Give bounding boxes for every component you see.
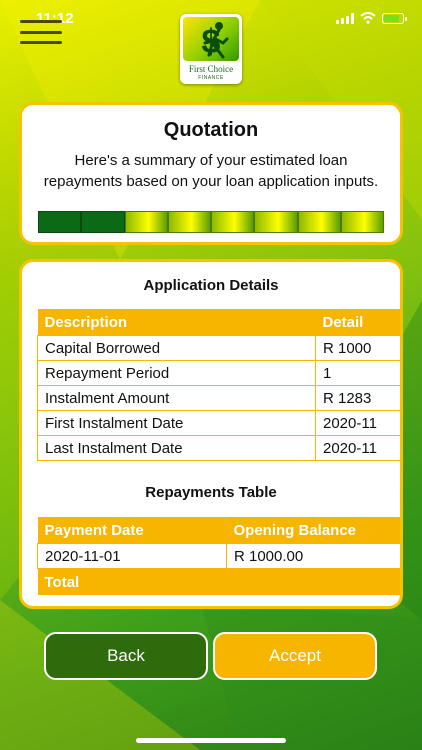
row-label: Last Instalment Date [37, 435, 316, 461]
row-label: Instalment Amount [37, 385, 316, 411]
row-label: First Instalment Date [37, 410, 316, 436]
repayments-table-title: Repayments Table [145, 484, 277, 501]
row-value: 2020-11 [315, 410, 400, 436]
row-value: R 1283 [315, 385, 400, 411]
total-value [226, 568, 400, 595]
quotation-summary: Here's a summary of your estimated loan … [43, 152, 379, 190]
column-header: Opening Balance [226, 517, 400, 544]
row-value: 1 [315, 360, 400, 386]
table-row: 2020-11-01 R 1000.00 [37, 543, 400, 569]
row-label: Capital Borrowed [37, 335, 316, 361]
progress-steps [38, 211, 384, 233]
column-header: Payment Date [37, 517, 227, 544]
status-icons [336, 12, 407, 24]
table-row: Repayment Period 1 [37, 360, 400, 386]
total-label: Total [37, 568, 227, 595]
back-button[interactable]: Back [44, 632, 208, 680]
progress-step-pending [211, 211, 255, 233]
total-row: Total [37, 568, 400, 595]
details-card: Application Details Description Detail C… [19, 259, 403, 609]
quotation-card: Quotation Here's a summary of your estim… [19, 102, 403, 245]
logo-subtext: FINANCE [198, 75, 224, 81]
progress-step-pending [124, 211, 168, 233]
progress-step-pending [297, 211, 341, 233]
table-header-row: Payment Date Opening Balance [37, 517, 400, 544]
logo-text: First Choice [188, 64, 234, 74]
table-header-row: Description Detail [37, 309, 400, 336]
row-label: Repayment Period [37, 360, 316, 386]
column-header: Detail [315, 309, 400, 336]
table-row: First Instalment Date 2020-11 [37, 410, 400, 436]
row-value: R 1000 [315, 335, 400, 361]
payment-date: 2020-11-01 [37, 543, 227, 569]
table-row: Instalment Amount R 1283 [37, 385, 400, 411]
application-details-table: Description Detail Capital Borrowed R 10… [37, 309, 400, 461]
repayments-table: Payment Date Opening Balance 2020-11-01 … [37, 517, 400, 595]
progress-step-complete [38, 211, 82, 233]
progress-step-pending [254, 211, 298, 233]
progress-step-complete [81, 211, 125, 233]
table-row: Capital Borrowed R 1000 [37, 335, 400, 361]
application-details-title: Application Details [143, 277, 279, 294]
accept-button[interactable]: Accept [213, 632, 377, 680]
opening-balance: R 1000.00 [226, 543, 400, 569]
progress-step-pending [167, 211, 211, 233]
hamburger-menu-icon[interactable] [20, 20, 62, 44]
table-row: Last Instalment Date 2020-11 [37, 435, 400, 461]
signal-icon [336, 12, 354, 24]
app-logo: $ First Choice FINANCE [180, 14, 242, 84]
wifi-icon [360, 12, 376, 24]
battery-icon [382, 12, 407, 24]
column-header: Description [37, 309, 316, 336]
progress-step-pending [340, 211, 384, 233]
dollar-runner-logo-icon: $ [183, 17, 239, 61]
home-indicator[interactable] [136, 738, 286, 743]
row-value: 2020-11 [315, 435, 400, 461]
page-title: Quotation [163, 119, 259, 141]
